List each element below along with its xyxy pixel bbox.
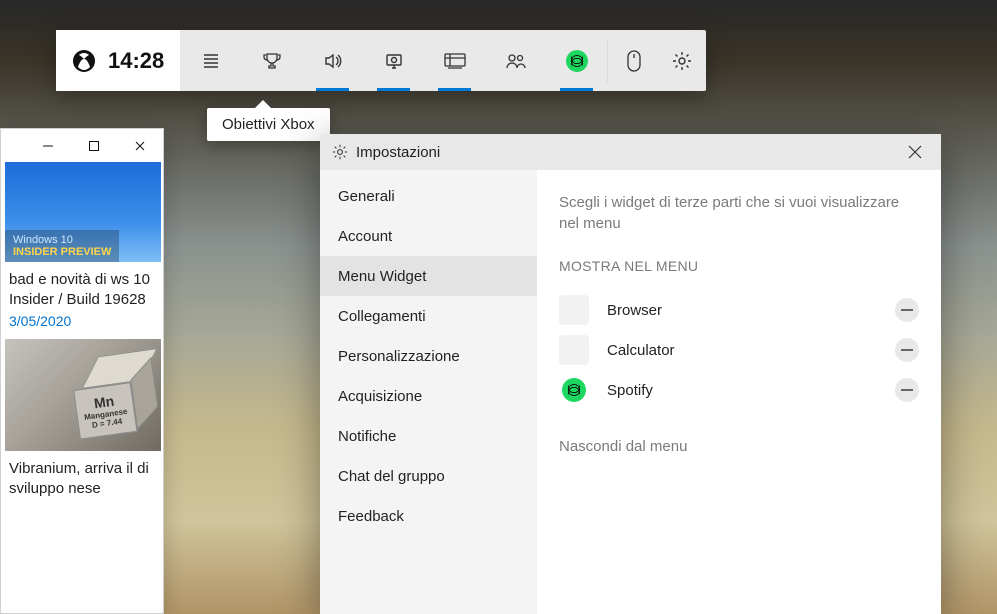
widget-remove-button[interactable]: [895, 338, 919, 362]
widget-row: Browser: [559, 290, 919, 330]
widget-name: Calculator: [607, 342, 895, 359]
gamebar-item-capture[interactable]: [363, 30, 424, 91]
settings-nav-item[interactable]: Account: [320, 216, 537, 256]
settings-main: Scegli i widget di terze parti che si vu…: [537, 170, 941, 614]
settings-nav-item[interactable]: Collegamenti: [320, 296, 537, 336]
settings-nav-item[interactable]: Generali: [320, 176, 537, 216]
settings-nav-item[interactable]: Feedback: [320, 496, 537, 536]
mouse-icon: [626, 50, 642, 72]
gamebar-item-settings[interactable]: [658, 30, 706, 91]
settings-section-title: MOSTRA NEL MENU: [559, 258, 919, 274]
spotify-icon: [566, 50, 588, 72]
article-thumbnail[interactable]: Windows 10 INSIDER PREVIEW: [5, 162, 161, 262]
settings-nav-item[interactable]: Notifiche: [320, 416, 537, 456]
minimize-button[interactable]: [25, 129, 71, 162]
minus-icon: [901, 309, 913, 311]
gamebar-home[interactable]: 14:28: [56, 30, 180, 91]
thumb-caption-line2: INSIDER PREVIEW: [13, 246, 111, 258]
settings-header: Impostazioni: [320, 134, 941, 170]
gamebar-item-audio[interactable]: [302, 30, 363, 91]
social-icon: [505, 52, 527, 70]
maximize-button[interactable]: [71, 129, 117, 162]
article-title[interactable]: Vibranium, arriva il di sviluppo nese: [9, 459, 155, 500]
gear-icon: [672, 51, 692, 71]
audio-icon: [323, 51, 343, 71]
gamebar-item-mouse[interactable]: [610, 30, 658, 91]
xbox-gamebar: 14:28: [56, 30, 706, 91]
performance-icon: [444, 52, 466, 70]
settings-close-button[interactable]: [901, 138, 929, 166]
article-title[interactable]: bad e novità di ws 10 Insider / Build 19…: [9, 270, 155, 311]
separator: [607, 39, 608, 83]
settings-panel: Impostazioni GeneraliAccountMenu WidgetC…: [320, 134, 941, 614]
background-window: Windows 10 INSIDER PREVIEW bad e novità …: [0, 128, 164, 614]
list-icon: [202, 52, 220, 70]
gamebar-item-achievements[interactable]: [241, 30, 302, 91]
settings-title: Impostazioni: [356, 144, 440, 161]
minus-icon: [901, 389, 913, 391]
widget-row: Calculator: [559, 330, 919, 370]
tooltip-achievements: Obiettivi Xbox: [207, 108, 330, 141]
gamebar-time: 14:28: [108, 48, 164, 74]
calculator-icon: [559, 335, 589, 365]
close-icon: [908, 145, 922, 159]
widget-name: Browser: [607, 302, 895, 319]
settings-nav-item[interactable]: Chat del gruppo: [320, 456, 537, 496]
spotify-icon: [559, 375, 589, 405]
titlebar: [1, 129, 163, 162]
gamebar-item-list[interactable]: [180, 30, 241, 91]
settings-nav: GeneraliAccountMenu WidgetCollegamentiPe…: [320, 170, 537, 614]
widget-remove-button[interactable]: [895, 378, 919, 402]
widget-row: Spotify: [559, 370, 919, 410]
minus-icon: [901, 349, 913, 351]
gamebar-item-social[interactable]: [485, 30, 546, 91]
widget-name: Spotify: [607, 382, 895, 399]
capture-icon: [384, 51, 404, 71]
thumb-caption-line1: Windows 10: [13, 234, 111, 246]
gamebar-item-performance[interactable]: [424, 30, 485, 91]
settings-nav-item[interactable]: Menu Widget: [320, 256, 537, 296]
settings-description: Scegli i widget di terze parti che si vu…: [559, 192, 919, 234]
close-button[interactable]: [117, 129, 163, 162]
gamebar-item-spotify[interactable]: [546, 30, 607, 91]
settings-nav-item[interactable]: Acquisizione: [320, 376, 537, 416]
xbox-icon: [72, 49, 96, 73]
article-date: 3/05/2020: [9, 313, 155, 329]
back-window-content: Windows 10 INSIDER PREVIEW bad e novità …: [1, 162, 163, 499]
settings-hide-section-title: Nascondi dal menu: [559, 438, 919, 455]
article-thumbnail[interactable]: Mn Manganese D = 7.44: [5, 339, 161, 451]
widget-remove-button[interactable]: [895, 298, 919, 322]
gear-icon: [332, 144, 348, 160]
trophy-icon: [262, 51, 282, 71]
settings-nav-item[interactable]: Personalizzazione: [320, 336, 537, 376]
browser-icon: [559, 295, 589, 325]
